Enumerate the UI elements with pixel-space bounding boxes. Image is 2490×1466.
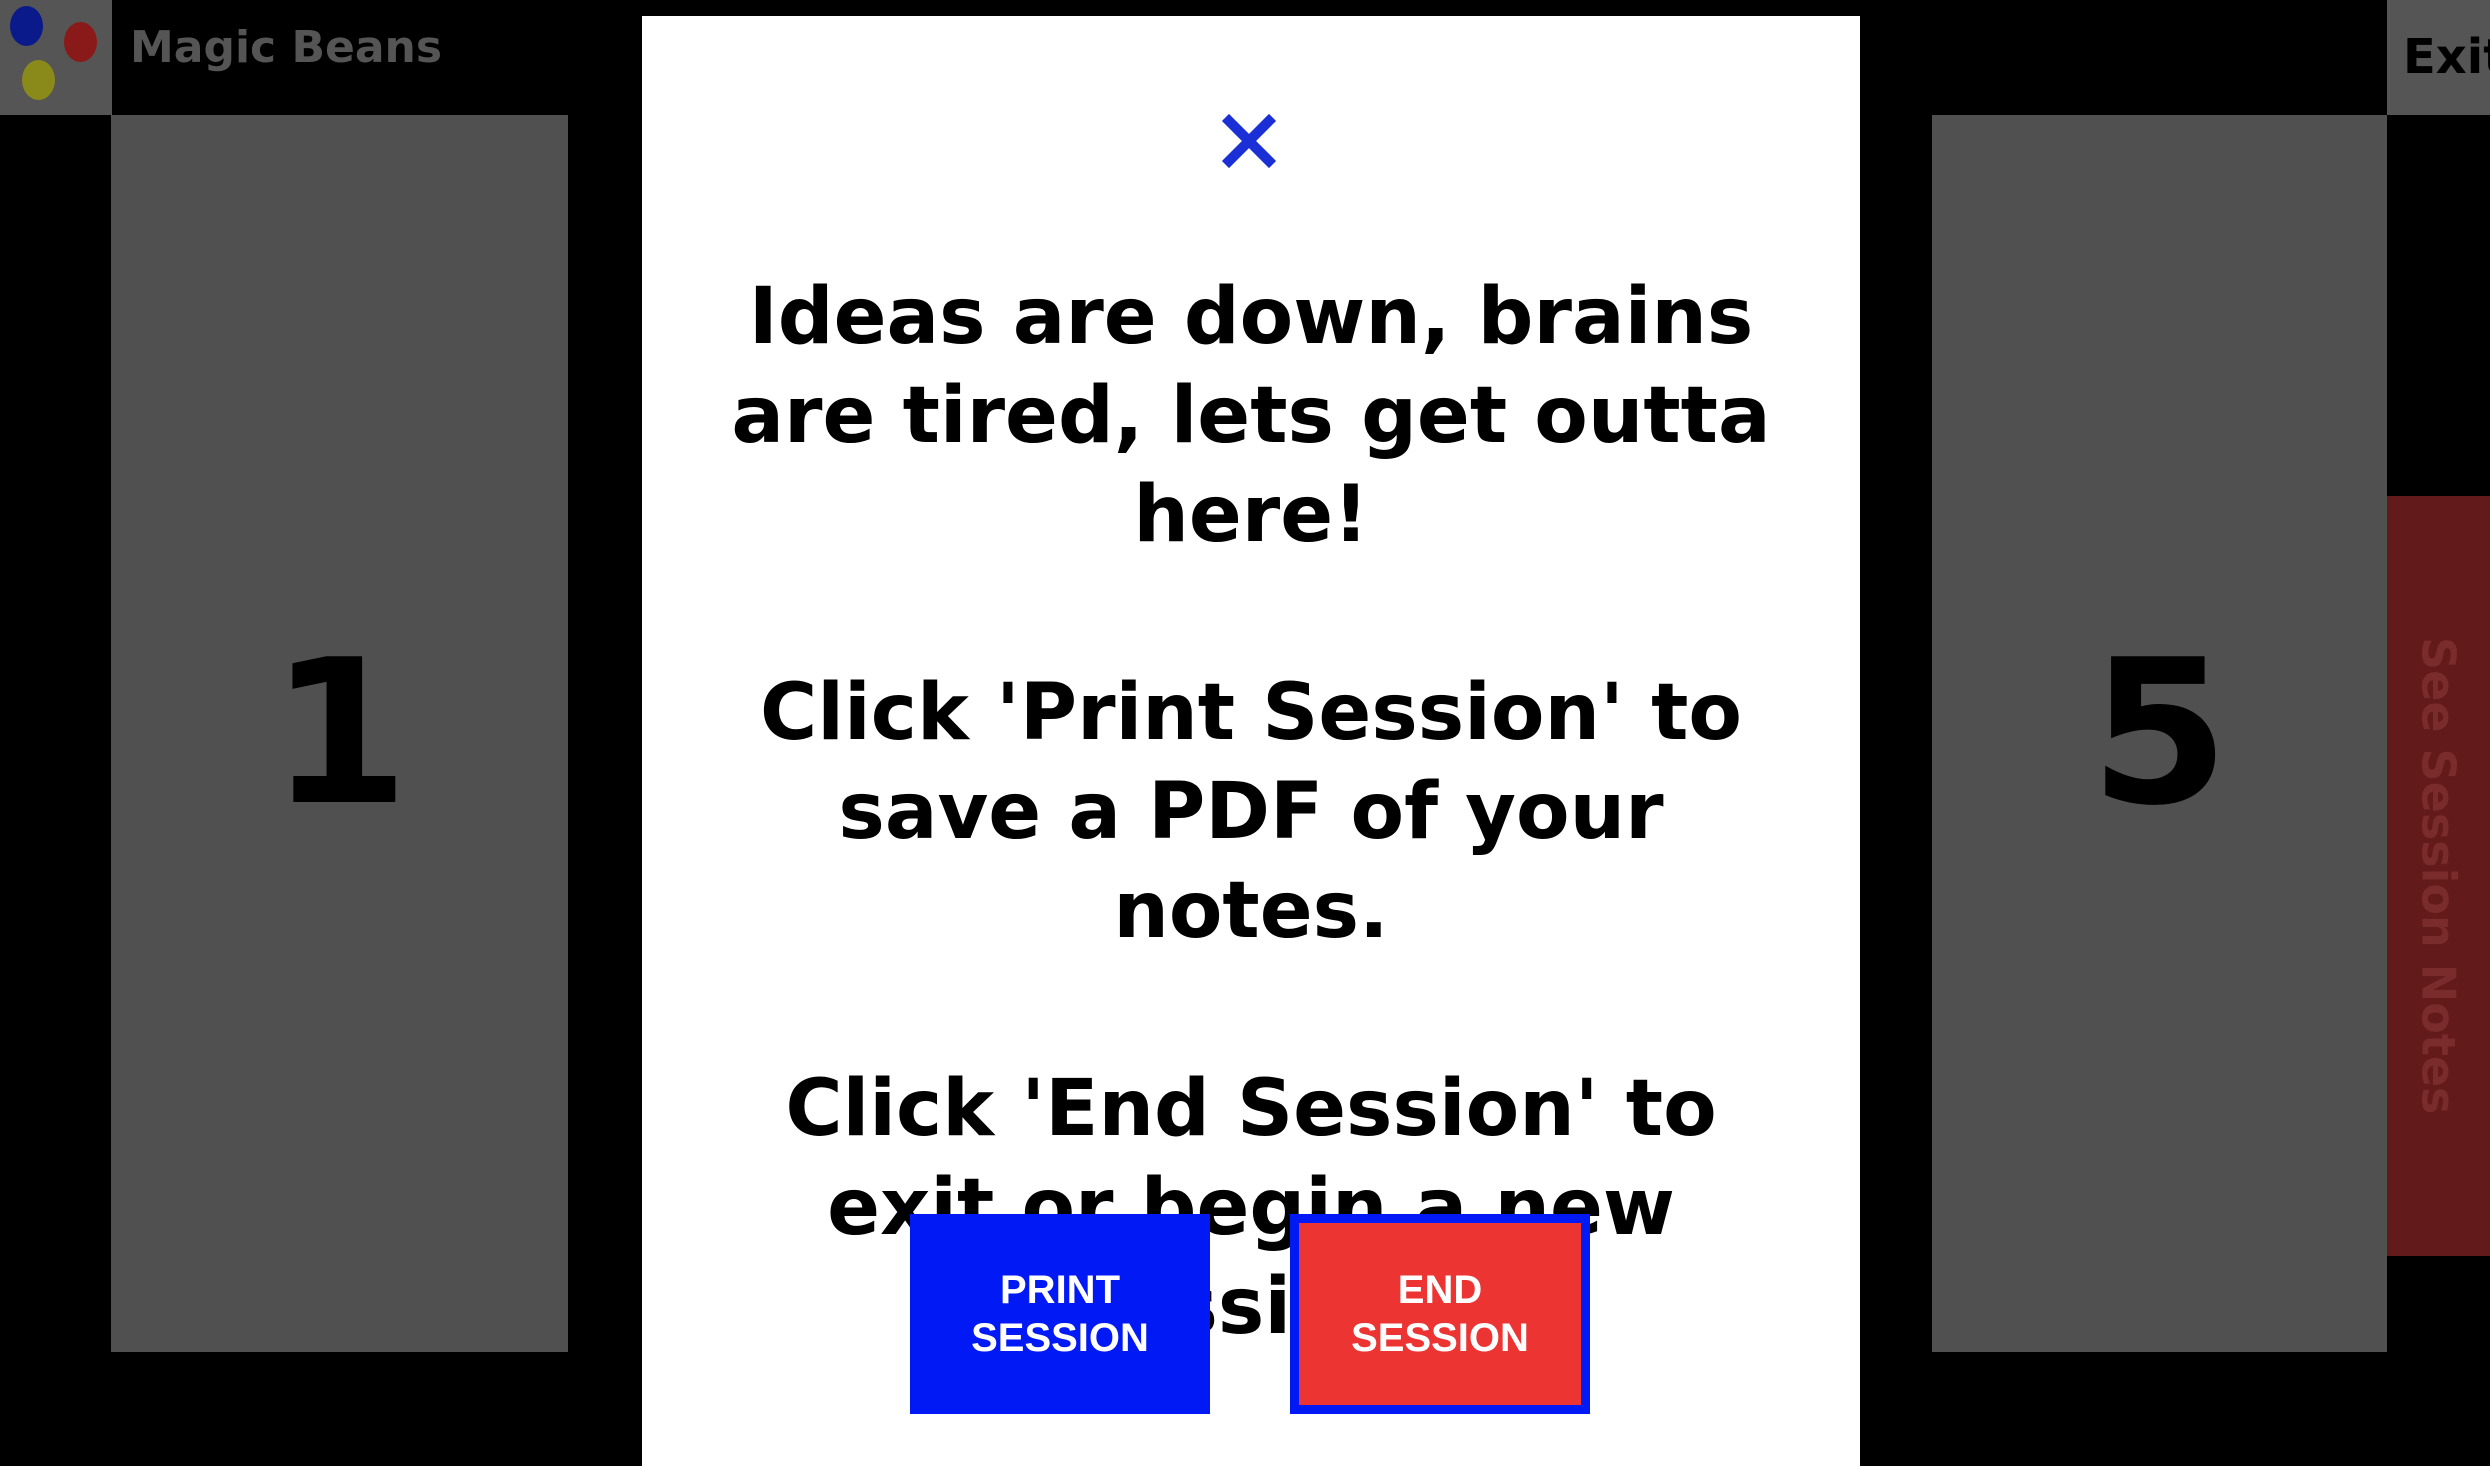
logo-dot-yellow [22, 60, 55, 100]
see-session-notes-tab[interactable]: See Session Notes [2387, 496, 2490, 1256]
logo-dot-blue [10, 6, 43, 46]
end-session-modal: Ideas are down, brains are tired, lets g… [642, 16, 1860, 1466]
card-number-right: 5 [2089, 617, 2230, 850]
end-session-button[interactable]: END SESSION [1290, 1214, 1590, 1414]
modal-paragraph-print: Click 'Print Session' to save a PDF of y… [760, 668, 1742, 956]
end-session-label: END SESSION [1351, 1268, 1529, 1360]
modal-message: Ideas are down, brains are tired, lets g… [702, 268, 1800, 1357]
card-number-left: 1 [269, 617, 410, 850]
see-session-notes-label: See Session Notes [2411, 637, 2466, 1115]
close-icon[interactable] [1219, 111, 1279, 171]
app-root: Magic Beans Exit 1 5 See Session Notes I… [0, 0, 2490, 1466]
print-session-label: PRINT SESSION [971, 1268, 1149, 1360]
print-session-button[interactable]: PRINT SESSION [910, 1214, 1210, 1414]
app-logo [0, 0, 112, 115]
modal-paragraph-end: Click 'End Session' to exit or begin a n… [785, 1064, 1717, 1352]
idea-card-right[interactable]: 5 [1932, 115, 2387, 1352]
exit-button[interactable]: Exit [2387, 0, 2490, 115]
idea-card-left[interactable]: 1 [111, 115, 568, 1352]
modal-paragraph-intro: Ideas are down, brains are tired, lets g… [731, 272, 1771, 560]
app-title: Magic Beans [130, 22, 443, 73]
logo-dot-red [64, 22, 97, 62]
